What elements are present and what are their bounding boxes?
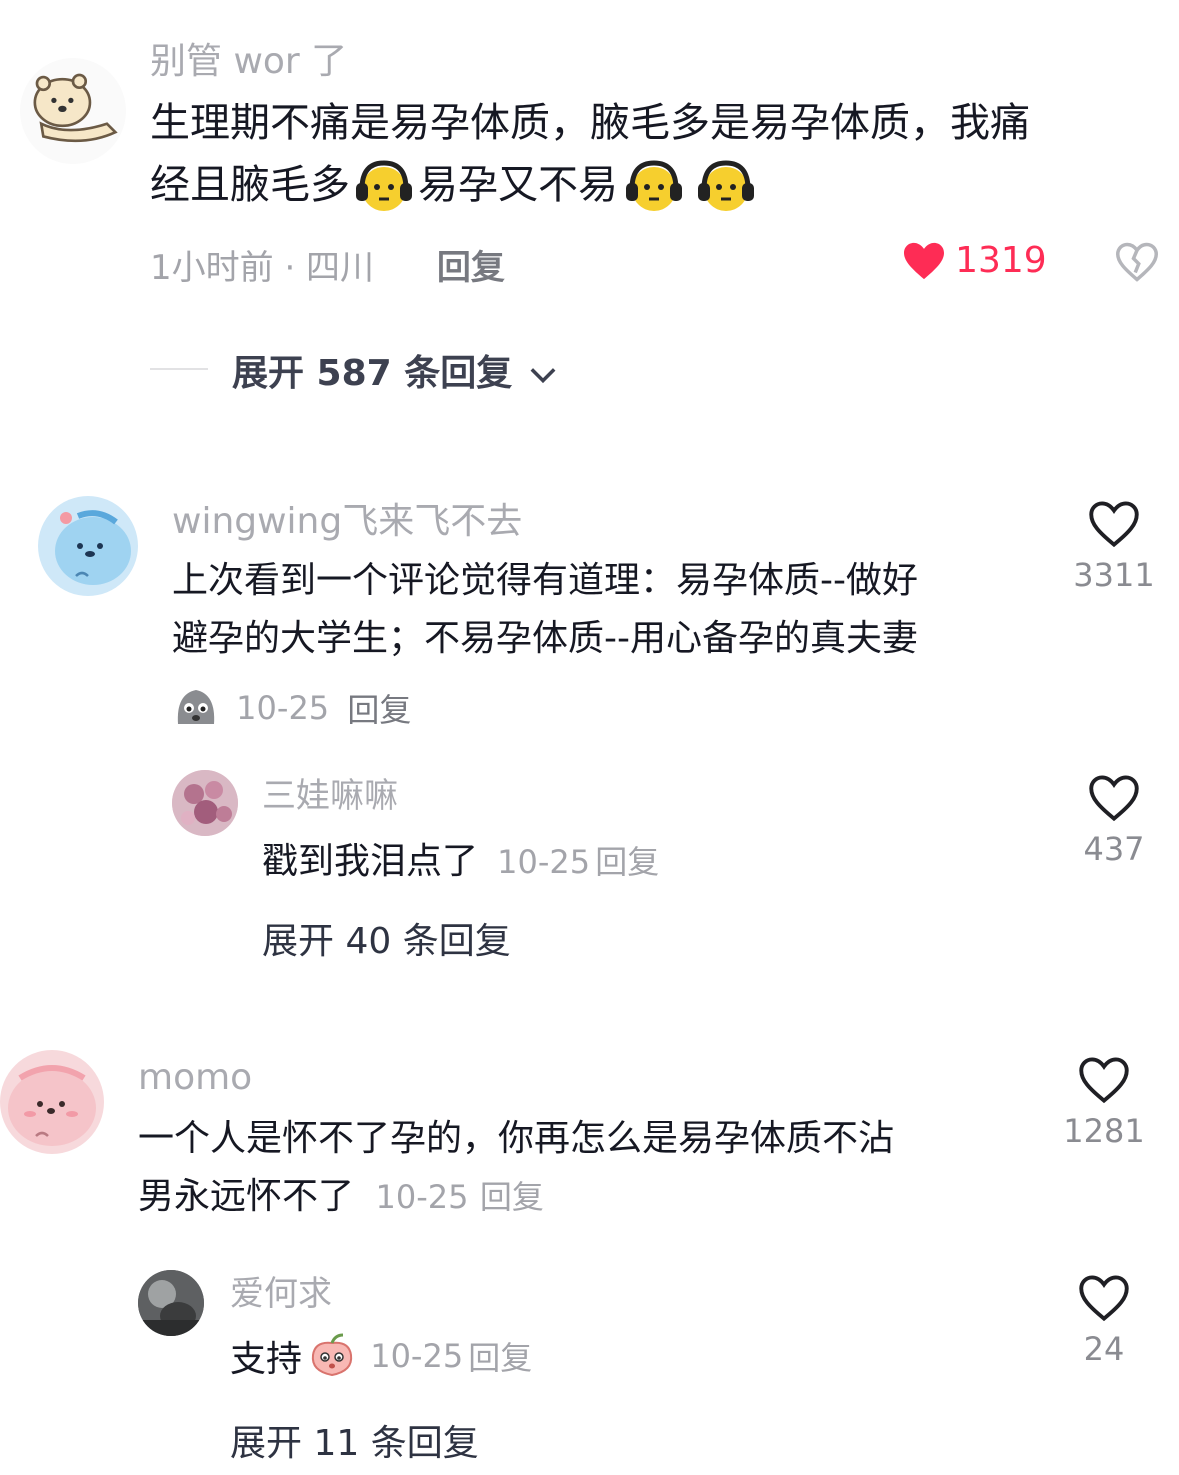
headphone-face-emoji-icon [352, 155, 416, 219]
chevron-down-icon [530, 368, 556, 384]
reply-button[interactable]: 回复 [437, 248, 505, 288]
dislike-button[interactable] [1115, 242, 1159, 286]
comment-username[interactable]: 别管 wor 了 [150, 40, 347, 84]
like-count: 1281 [1063, 1112, 1145, 1150]
expand-replies-button[interactable]: 展开 11 条回复 [230, 1414, 479, 1466]
flower-avatar-icon [172, 770, 238, 836]
expand-replies-button[interactable]: 展开 40 条回复 [262, 912, 511, 964]
comment-text-line: 避孕的大学生；不易孕体质--用心备孕的真夫妻 [172, 618, 918, 659]
expand-replies-button[interactable]: 展开 587 条回复 [232, 344, 557, 396]
heart-outline-icon [1089, 775, 1139, 822]
peach-face-emoji-icon [307, 1331, 357, 1381]
reply-button[interactable]: 回复 [595, 843, 659, 881]
bear-avatar-icon [33, 73, 118, 143]
heart-outline-icon [1079, 1275, 1129, 1322]
headphone-face-emoji-icon [622, 155, 686, 219]
reply-username[interactable]: 三娃嘛嘛 [262, 774, 398, 818]
comment-time-location: 1小时前 · 四川 [150, 248, 375, 288]
comment-text: 上次看到一个评论觉得有道理：易孕体质--做好 避孕的大学生；不易孕体质--用心备… [172, 552, 1052, 668]
photo-avatar-icon [138, 1270, 204, 1336]
comment-text-line: 男永远怀不了 10-25 回复 [138, 1168, 1018, 1226]
blue-creature-avatar-icon [55, 510, 131, 585]
comment-text-line: 生理期不痛是易孕体质，腋毛多是易孕体质，我痛 [150, 100, 1030, 146]
reply-text: 支持 [230, 1339, 303, 1380]
gray-face-emoji-icon [172, 684, 220, 732]
pink-creature-avatar-icon [8, 1065, 96, 1146]
avatar[interactable] [38, 496, 138, 596]
expand-replies-label: 展开 587 条回复 [232, 353, 513, 394]
reply-button[interactable]: 回复 [347, 691, 411, 729]
comment-text-line: 经且腋毛多 易孕又不易 [150, 154, 1160, 219]
comment-text-segment: 易孕又不易 [418, 162, 618, 208]
avatar[interactable] [20, 58, 126, 164]
reply-text: 戳到我泪点了 [262, 841, 479, 882]
avatar[interactable] [138, 1270, 204, 1336]
reply-username[interactable]: 爱何求 [230, 1272, 332, 1316]
avatar[interactable] [172, 770, 238, 836]
reply-button[interactable]: 回复 [468, 1339, 532, 1377]
comment-text-line: 一个人是怀不了孕的，你再怎么是易孕体质不沾 [138, 1118, 895, 1159]
like-count: 3311 [1073, 556, 1155, 594]
heart-filled-icon [904, 242, 944, 279]
like-button[interactable]: 437 [1054, 774, 1174, 868]
like-button[interactable]: 3311 [1054, 500, 1174, 594]
comment-username[interactable]: momo [138, 1056, 252, 1100]
comment-text-line: 上次看到一个评论觉得有道理：易孕体质--做好 [172, 560, 918, 601]
comment-text: 生理期不痛是易孕体质，腋毛多是易孕体质，我痛 经且腋毛多 易孕又不易 [150, 92, 1160, 219]
headphone-face-emoji-icon [694, 155, 758, 219]
comment-date: 10-25 [236, 689, 330, 727]
comment-text-segment: 男永远怀不了 [138, 1176, 355, 1217]
like-count: 437 [1083, 830, 1145, 868]
avatar[interactable] [0, 1050, 104, 1154]
heart-outline-icon [1079, 1057, 1129, 1104]
like-count: 24 [1083, 1330, 1125, 1368]
like-button[interactable]: 1319 [902, 240, 1047, 281]
comment-username[interactable]: wingwing飞来飞不去 [172, 500, 522, 544]
comment-meta: 1小时前 · 四川 回复 [150, 240, 505, 289]
reply-text-row: 戳到我泪点了 10-25 回复 [262, 832, 659, 884]
comment-meta: 10-25 回复 [172, 684, 411, 732]
comment-text: 一个人是怀不了孕的，你再怎么是易孕体质不沾 男永远怀不了 10-25 回复 [138, 1110, 1018, 1226]
reply-button[interactable]: 回复 [480, 1178, 544, 1216]
like-button[interactable]: 24 [1044, 1274, 1164, 1368]
expand-divider [150, 368, 208, 370]
reply-date: 10-25 [497, 843, 591, 881]
broken-heart-icon [1115, 242, 1159, 282]
reply-text-row: 支持 10-25 回复 [230, 1330, 532, 1382]
comment-text-segment: 经且腋毛多 [150, 162, 350, 208]
like-button[interactable]: 1281 [1044, 1056, 1164, 1150]
comment-date: 10-25 [375, 1178, 469, 1216]
heart-outline-icon [1089, 501, 1139, 548]
reply-date: 10-25 [370, 1337, 464, 1375]
like-count: 1319 [955, 240, 1047, 281]
